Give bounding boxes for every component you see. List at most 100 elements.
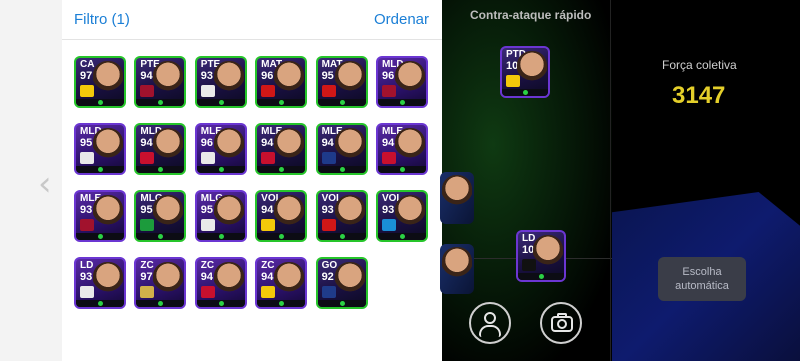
flag-icon xyxy=(140,152,155,164)
player-face xyxy=(274,262,305,300)
status-dot-icon xyxy=(523,90,528,95)
card-rating: 97 xyxy=(80,70,93,82)
card-footer xyxy=(502,89,548,96)
card-footer xyxy=(377,166,426,173)
player-card[interactable]: ZC 94 xyxy=(194,257,247,309)
pitch-divider xyxy=(610,0,611,361)
player-card[interactable]: CA 97 xyxy=(74,56,126,108)
player-face xyxy=(93,128,123,166)
tactic-label: Contra-ataque rápido xyxy=(470,8,592,22)
team-info-panel: Força coletiva 3147 Escolha automática xyxy=(612,0,800,361)
card-footer xyxy=(257,300,306,307)
flag-icon xyxy=(261,286,276,298)
status-dot-icon xyxy=(279,167,285,172)
player-card[interactable]: VOL 94 xyxy=(255,190,308,242)
player-card[interactable]: MLE 94 xyxy=(375,123,428,175)
status-dot-icon xyxy=(539,274,544,279)
card-rating: 92 xyxy=(321,271,334,283)
flag-icon xyxy=(80,85,94,97)
camera-lens xyxy=(557,319,567,329)
player-card[interactable]: VOL 93 xyxy=(375,190,428,242)
card-footer xyxy=(196,233,245,240)
card-footer xyxy=(257,233,306,240)
status-dot-icon xyxy=(399,234,405,239)
panel-header: Filtro (1) Ordenar xyxy=(62,0,442,40)
player-face xyxy=(213,262,244,300)
player-card[interactable]: MLD 96 xyxy=(375,56,428,108)
player-card[interactable]: MLE 93 xyxy=(74,190,126,242)
card-rating: 96 xyxy=(200,137,214,149)
player-list-panel: Filtro (1) Ordenar CA 97 PTE 94 PTE 93 MAT 96 MA… xyxy=(62,0,442,361)
player-card[interactable]: GO 92 xyxy=(315,257,368,309)
player-card[interactable]: PTE 93 xyxy=(194,56,247,108)
flag-icon xyxy=(80,286,94,298)
player-card[interactable]: VOL 93 xyxy=(315,190,368,242)
formation-card-partial[interactable] xyxy=(440,244,474,294)
card-footer xyxy=(76,166,124,173)
flag-icon xyxy=(321,286,336,298)
card-footer xyxy=(76,300,124,307)
player-card[interactable]: MLE 94 xyxy=(255,123,308,175)
formation-card-partial[interactable] xyxy=(440,172,474,224)
card-footer xyxy=(317,300,366,307)
flag-icon xyxy=(140,286,155,298)
card-footer xyxy=(76,99,124,106)
player-card[interactable]: MLE 96 xyxy=(194,123,247,175)
player-card[interactable]: MLE 94 xyxy=(315,123,368,175)
player-card[interactable]: MLD 94 xyxy=(134,123,187,175)
flag-icon xyxy=(321,219,336,231)
filter-button[interactable]: Filtro (1) xyxy=(74,11,130,28)
card-rating: 94 xyxy=(321,137,334,149)
camera-icon[interactable] xyxy=(540,302,582,344)
left-strip: ‹ xyxy=(0,0,62,361)
card-footer xyxy=(377,233,426,240)
formation-card-ptd[interactable]: PTD 103 xyxy=(500,46,550,98)
player-face xyxy=(274,195,305,233)
status-dot-icon xyxy=(339,234,345,239)
flag-icon xyxy=(200,85,215,97)
player-face xyxy=(334,262,365,300)
player-card[interactable]: MAT 95 xyxy=(315,56,368,108)
flag-icon xyxy=(321,85,336,97)
status-dot-icon xyxy=(399,100,405,105)
chevron-left-icon[interactable]: ‹ xyxy=(38,166,54,202)
person-icon[interactable] xyxy=(469,302,511,344)
card-rating: 94 xyxy=(381,137,395,149)
card-rating: 94 xyxy=(140,137,153,149)
card-footer xyxy=(76,233,124,240)
card-rating: 95 xyxy=(321,70,334,82)
player-card-grid: CA 97 PTE 94 PTE 93 MAT 96 MAT 95 MLD 96 MLD 95 MLD 94 M… xyxy=(74,56,434,309)
card-footer xyxy=(317,166,366,173)
player-face xyxy=(394,195,425,233)
status-dot-icon xyxy=(279,100,285,105)
player-card[interactable]: MAT 96 xyxy=(255,56,308,108)
formation-area: Contra-ataque rápido PTD 103 LD 102 Forç… xyxy=(440,0,800,361)
card-rating: 94 xyxy=(261,204,274,216)
card-footer xyxy=(257,166,306,173)
player-face xyxy=(394,128,425,166)
auto-select-button[interactable]: Escolha automática xyxy=(658,257,746,301)
player-card[interactable]: PTE 94 xyxy=(134,56,187,108)
player-card[interactable]: LD 93 xyxy=(74,257,126,309)
flag-icon xyxy=(381,219,396,231)
team-strength-label: Força coletiva xyxy=(662,58,737,72)
status-dot-icon xyxy=(218,167,224,172)
player-face xyxy=(334,128,365,166)
player-face xyxy=(274,128,305,166)
player-card[interactable]: MLG 95 xyxy=(134,190,187,242)
formation-card-ld[interactable]: LD 102 xyxy=(516,230,566,282)
player-face xyxy=(213,128,244,166)
player-face xyxy=(274,61,305,99)
player-card[interactable]: ZC 94 xyxy=(255,257,308,309)
card-footer xyxy=(136,166,185,173)
flag-icon xyxy=(80,152,94,164)
player-card[interactable]: ZC 97 xyxy=(134,257,187,309)
player-card[interactable]: MLG 95 xyxy=(194,190,247,242)
person-head xyxy=(484,312,496,324)
status-dot-icon xyxy=(339,167,345,172)
sort-button[interactable]: Ordenar xyxy=(374,11,429,28)
status-dot-icon xyxy=(339,301,345,306)
player-card[interactable]: MLD 95 xyxy=(74,123,126,175)
card-rating: 96 xyxy=(381,70,395,82)
player-face xyxy=(153,128,184,166)
